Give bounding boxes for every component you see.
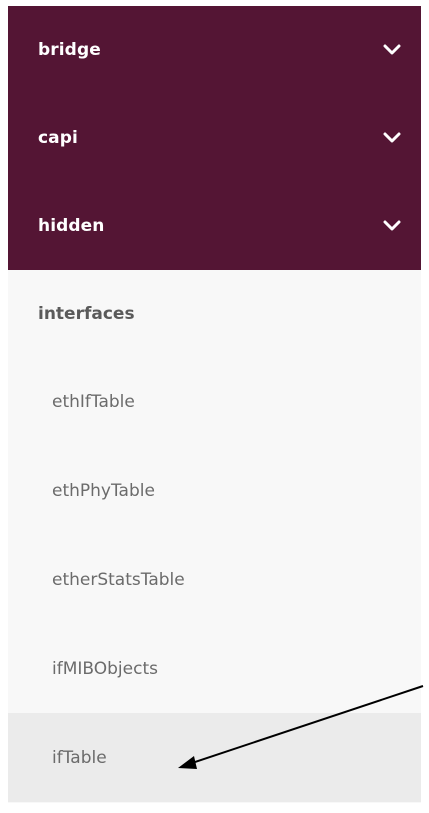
chevron-down-icon[interactable]	[381, 215, 403, 237]
menu-group-label: hidden	[38, 216, 105, 236]
menu-group-bridge[interactable]: bridge	[8, 6, 421, 94]
menu-group-label: capi	[38, 128, 78, 148]
chevron-down-icon[interactable]	[381, 127, 403, 149]
menu-item-iftable[interactable]: ifTable	[8, 713, 421, 802]
submenu-list: interfaces ethIfTable ethPhyTable etherS…	[8, 270, 421, 803]
menu-item-ethphytable[interactable]: ethPhyTable	[8, 446, 421, 535]
menu-group-capi[interactable]: capi	[8, 94, 421, 182]
chevron-down-icon[interactable]	[381, 39, 403, 61]
menu-group-label: bridge	[38, 40, 101, 60]
menu-item-ifmibobjects[interactable]: ifMIBObjects	[8, 624, 421, 713]
menu-group-hidden[interactable]: hidden	[8, 182, 421, 270]
menu-item-ethiftable[interactable]: ethIfTable	[8, 357, 421, 446]
menu-item-etherstatstable[interactable]: etherStatsTable	[8, 535, 421, 624]
navigation-menu: bridge capi hidden interfaces ethIfTable…	[8, 6, 421, 803]
section-header-interfaces[interactable]: interfaces	[8, 270, 421, 357]
